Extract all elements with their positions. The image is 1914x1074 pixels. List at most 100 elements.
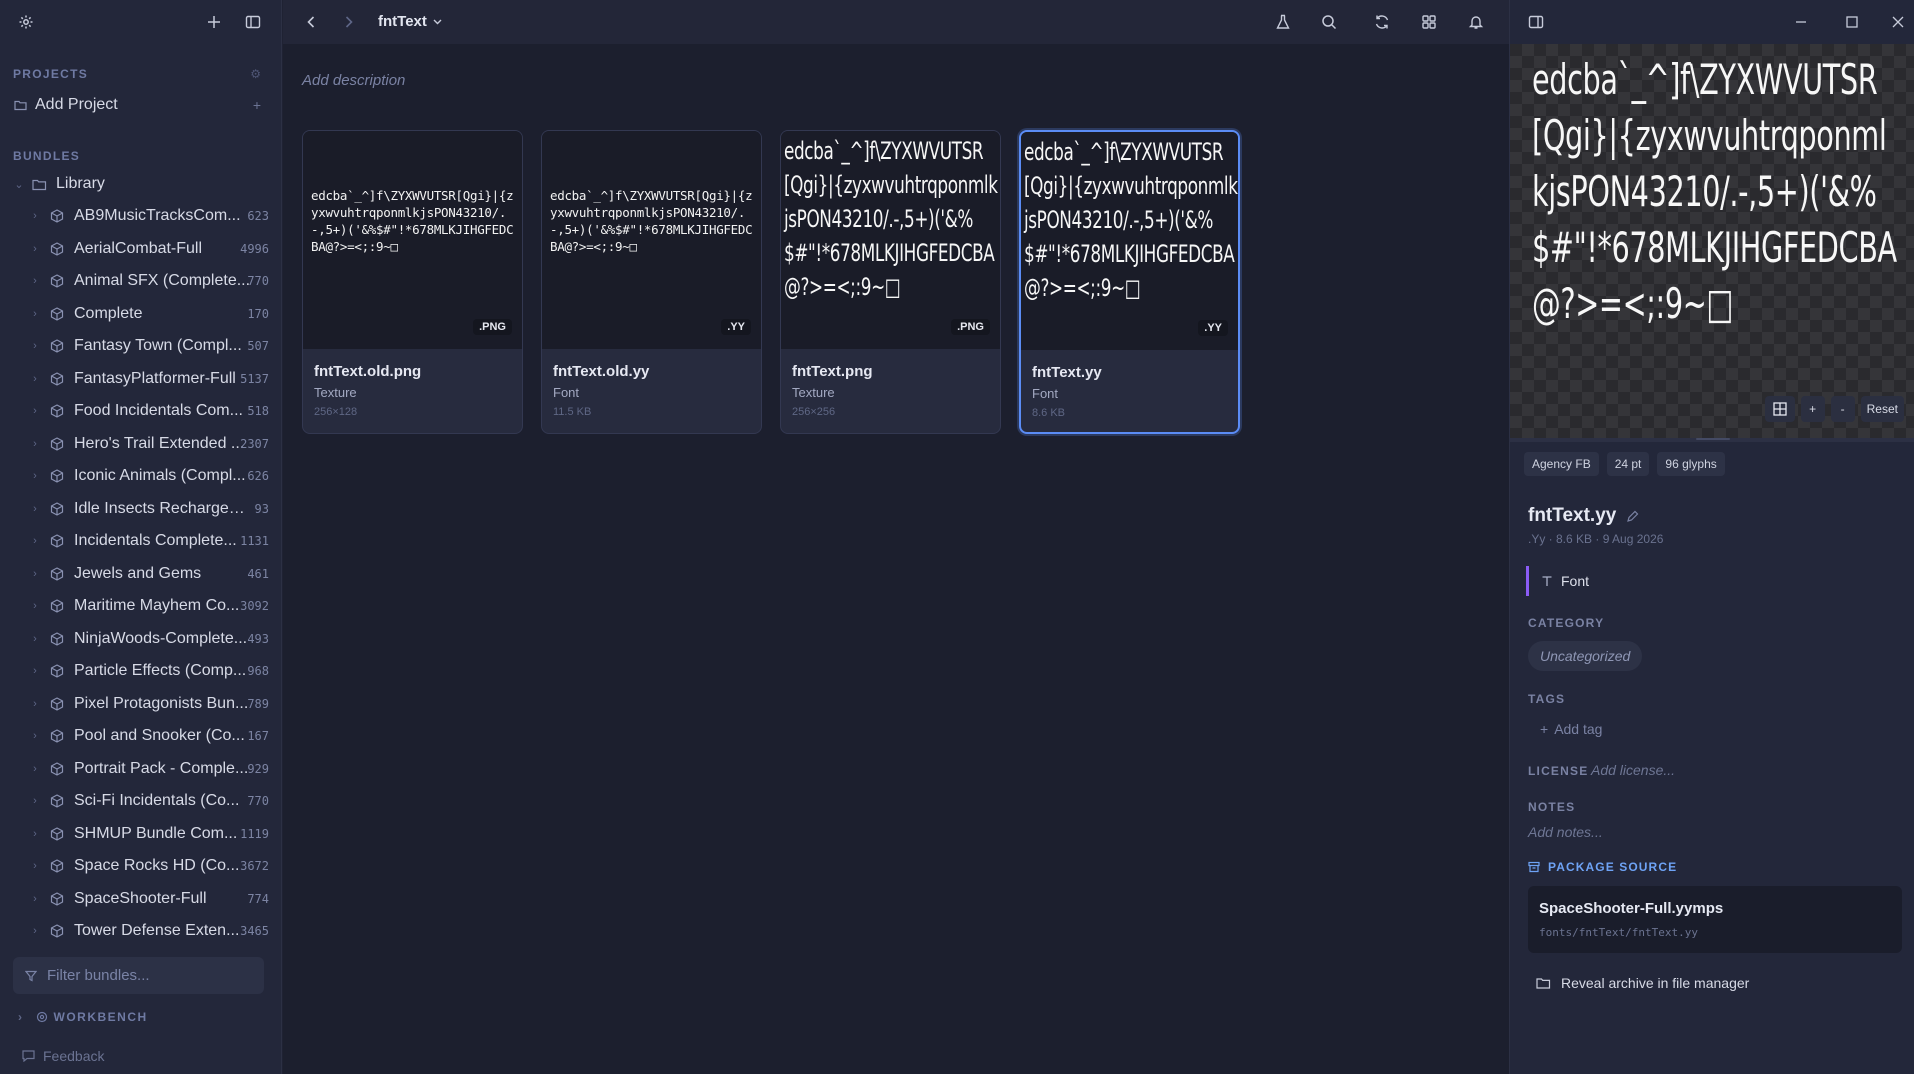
filter-bundles[interactable] bbox=[13, 957, 264, 994]
chevron-right-icon[interactable]: › bbox=[28, 730, 42, 742]
chevron-right-icon[interactable]: › bbox=[28, 308, 42, 320]
bundle-item[interactable]: › FantasyPlatformer-Full 5137 bbox=[0, 363, 281, 395]
toggle-panel-icon[interactable] bbox=[1524, 10, 1548, 34]
chevron-right-icon[interactable]: › bbox=[28, 795, 42, 807]
chevron-right-icon[interactable]: › bbox=[18, 1010, 24, 1024]
folder-icon bbox=[13, 96, 27, 114]
breadcrumb[interactable]: fntText bbox=[378, 13, 442, 30]
bundle-item[interactable]: › Space Rocks HD (Co... 3672 bbox=[0, 850, 281, 882]
chevron-right-icon[interactable]: › bbox=[28, 503, 42, 515]
asset-type: Font bbox=[553, 385, 580, 400]
chevron-right-icon[interactable]: › bbox=[28, 373, 42, 385]
chevron-right-icon[interactable]: › bbox=[28, 243, 42, 255]
grid-view-icon[interactable] bbox=[1417, 10, 1441, 34]
bundle-item[interactable]: › Fantasy Town (Compl... 507 bbox=[0, 330, 281, 362]
bundle-item[interactable]: › Pool and Snooker (Co... 167 bbox=[0, 720, 281, 752]
add-plus-icon[interactable] bbox=[202, 10, 226, 34]
asset-card-selected[interactable]: edcba`_^]f\ZYXWVUTSR[Qgi}|{zyxwvuhtrqpon… bbox=[1019, 130, 1240, 434]
resize-handle[interactable] bbox=[1510, 438, 1914, 442]
chevron-right-icon[interactable]: › bbox=[28, 405, 42, 417]
projects-settings-icon[interactable]: ⚙ bbox=[250, 67, 261, 81]
bundle-item[interactable]: › Incidentals Complete... 1131 bbox=[0, 525, 281, 557]
bundle-item[interactable]: › Maritime Mayhem Co... 3092 bbox=[0, 590, 281, 622]
chevron-right-icon[interactable]: › bbox=[28, 665, 42, 677]
bundle-item[interactable]: › Hero's Trail Extended ... 2307 bbox=[0, 428, 281, 460]
zoom-in-button[interactable]: + bbox=[1800, 396, 1825, 422]
reset-zoom-button[interactable]: Reset bbox=[1860, 396, 1904, 422]
package-icon bbox=[48, 597, 66, 615]
description-placeholder[interactable]: Add description bbox=[302, 72, 405, 89]
add-project-item[interactable]: Add Project + bbox=[0, 89, 281, 121]
settings-gear-icon[interactable] bbox=[14, 10, 38, 34]
workbench-section[interactable]: › WORKBENCH bbox=[18, 1010, 148, 1024]
filter-bundles-input[interactable] bbox=[47, 967, 247, 984]
bundle-item[interactable]: › Idle Insects Recharged ... 93 bbox=[0, 493, 281, 525]
bundle-item[interactable]: › Iconic Animals (Compl... 626 bbox=[0, 460, 281, 492]
chevron-right-icon[interactable]: › bbox=[28, 210, 42, 222]
toggle-sidebar-icon[interactable] bbox=[241, 10, 265, 34]
chevron-right-icon[interactable]: › bbox=[28, 470, 42, 482]
bundle-item[interactable]: › NinjaWoods-Complete... 493 bbox=[0, 623, 281, 655]
bundle-count: 770 bbox=[247, 794, 269, 808]
bundle-item[interactable]: › Jewels and Gems 461 bbox=[0, 558, 281, 590]
bundle-item[interactable]: › Portrait Pack - Comple... 929 bbox=[0, 753, 281, 785]
grid-toggle-button[interactable] bbox=[1764, 396, 1795, 422]
chevron-right-icon[interactable]: › bbox=[28, 633, 42, 645]
bundle-count: 774 bbox=[247, 891, 269, 906]
chevron-right-icon[interactable]: › bbox=[28, 275, 42, 287]
back-chevron-icon[interactable] bbox=[299, 10, 323, 34]
package-icon bbox=[48, 207, 66, 225]
asset-card[interactable]: edcba`_^]f\ZYXWVUTSR[Qgi}|{zyxwvuhtrqpon… bbox=[302, 130, 523, 434]
bundle-item[interactable]: › AB9MusicTracksCom... 623 bbox=[0, 200, 281, 232]
bundle-item[interactable]: › Complete 170 bbox=[0, 298, 281, 330]
chevron-right-icon[interactable]: › bbox=[28, 438, 42, 450]
add-project-plus-icon[interactable]: + bbox=[253, 97, 261, 113]
chevron-right-icon[interactable]: › bbox=[28, 763, 42, 775]
chevron-right-icon[interactable]: › bbox=[28, 828, 42, 840]
minimize-icon[interactable] bbox=[1789, 10, 1813, 34]
asset-meta: 11.5 KB bbox=[553, 406, 592, 418]
search-icon[interactable] bbox=[1317, 10, 1341, 34]
pencil-icon[interactable] bbox=[1626, 510, 1639, 523]
bundle-item[interactable]: › SpaceShooter-Full 774 bbox=[0, 883, 281, 915]
chevron-right-icon[interactable]: › bbox=[28, 925, 42, 937]
bundle-name: SpaceShooter-Full bbox=[74, 889, 207, 907]
add-tag-button[interactable]: + Add tag bbox=[1540, 721, 1602, 737]
chevron-right-icon[interactable]: › bbox=[28, 600, 42, 612]
flask-icon[interactable] bbox=[1271, 10, 1295, 34]
license-input[interactable]: Add license... bbox=[1591, 762, 1675, 778]
chevron-right-icon[interactable]: › bbox=[28, 860, 42, 872]
bundle-item[interactable]: › SHMUP Bundle Com... 1119 bbox=[0, 818, 281, 850]
chevron-right-icon[interactable]: › bbox=[28, 568, 42, 580]
feedback-link[interactable]: Feedback bbox=[22, 1048, 104, 1064]
maximize-icon[interactable] bbox=[1840, 10, 1864, 34]
reveal-archive-button[interactable]: Reveal archive in file manager bbox=[1536, 975, 1749, 991]
chevron-right-icon[interactable]: › bbox=[28, 535, 42, 547]
bundle-item[interactable]: › Food Incidentals Com... 518 bbox=[0, 395, 281, 427]
zoom-out-button[interactable]: - bbox=[1830, 396, 1855, 422]
chevron-right-icon[interactable]: › bbox=[28, 893, 42, 905]
library-tree-item[interactable]: ⌄ Library bbox=[0, 168, 281, 200]
chevron-down-icon[interactable]: ⌄ bbox=[12, 178, 26, 191]
bell-icon[interactable] bbox=[1464, 10, 1488, 34]
chevron-right-icon[interactable]: › bbox=[28, 340, 42, 352]
bundle-item[interactable]: › AerialCombat-Full 4996 bbox=[0, 233, 281, 265]
chevron-right-icon[interactable]: › bbox=[28, 698, 42, 710]
refresh-icon[interactable] bbox=[1370, 10, 1394, 34]
forward-chevron-icon[interactable] bbox=[337, 10, 361, 34]
bundle-count: 770 bbox=[247, 274, 269, 288]
bundle-item[interactable]: › Pixel Protagonists Bun... 789 bbox=[0, 688, 281, 720]
bundle-item[interactable]: › Particle Effects (Comp... 968 bbox=[0, 655, 281, 687]
package-icon bbox=[48, 370, 66, 388]
close-icon[interactable] bbox=[1886, 10, 1910, 34]
category-pill[interactable]: Uncategorized bbox=[1528, 641, 1643, 671]
bundle-item[interactable]: › Sci-Fi Incidentals (Co... 770 bbox=[0, 785, 281, 817]
bundle-item[interactable]: › Tower Defense Exten... 3465 bbox=[0, 915, 281, 947]
package-icon bbox=[48, 662, 66, 680]
bundle-item[interactable]: › Animal SFX (Complete... 770 bbox=[0, 265, 281, 297]
asset-card[interactable]: edcba`_^]f\ZYXWVUTSR[Qgi}|{zyxwvuhtrqpon… bbox=[780, 130, 1001, 434]
asset-card[interactable]: edcba`_^]f\ZYXWVUTSR[Qgi}|{zyxwvuhtrqpon… bbox=[541, 130, 762, 434]
package-icon bbox=[48, 500, 66, 518]
notes-input[interactable]: Add notes... bbox=[1528, 824, 1603, 840]
package-icon bbox=[48, 727, 66, 745]
